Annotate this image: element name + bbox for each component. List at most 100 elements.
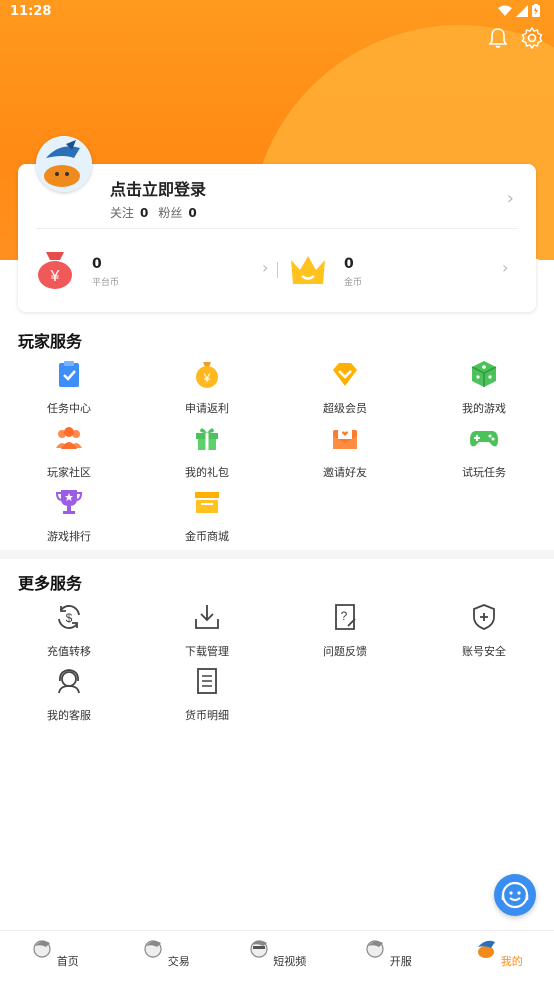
- service-super-vip[interactable]: 超级会员: [295, 358, 395, 416]
- trophy-icon: [55, 490, 83, 514]
- follow-label: 关注: [110, 206, 135, 220]
- battery-icon: [532, 4, 540, 17]
- service-invite-friends[interactable]: 邀请好友: [295, 422, 395, 480]
- floating-support-button[interactable]: [494, 874, 536, 916]
- trade-icon: [144, 940, 162, 958]
- service-label: 任务中心: [47, 402, 91, 415]
- tab-label: 我的: [500, 955, 523, 968]
- list-icon: [197, 668, 217, 694]
- tab-trade[interactable]: 交易: [126, 937, 206, 969]
- signal-icon: [516, 4, 528, 17]
- service-feedback[interactable]: ? 问题反馈: [295, 601, 395, 659]
- platform-coin-label: 平台币: [92, 278, 120, 288]
- follow-count: 0: [140, 206, 149, 220]
- gamepad-icon: [470, 431, 498, 447]
- follow-stats: 关注 0 粉丝 0: [110, 204, 207, 221]
- status-bar: 11:28: [0, 0, 554, 24]
- platform-coin-entry[interactable]: ¥ 0 平台币 ›: [36, 248, 276, 292]
- card-divider: [36, 228, 518, 229]
- tab-server-open[interactable]: 开服: [348, 937, 428, 969]
- tab-label: 短视频: [273, 955, 307, 968]
- avatar[interactable]: [36, 136, 92, 192]
- service-community[interactable]: 玩家社区: [19, 422, 119, 480]
- gear-icon[interactable]: [520, 26, 544, 50]
- service-account-security[interactable]: 账号安全: [434, 601, 534, 659]
- tab-me[interactable]: 我的: [459, 937, 539, 969]
- gold-coin-value: 0: [344, 256, 354, 272]
- video-icon: [250, 940, 268, 958]
- service-label: 金币商城: [185, 530, 229, 543]
- invite-envelope-icon: [333, 427, 357, 449]
- section-separator: [0, 550, 554, 559]
- service-recharge-transfer[interactable]: $ 充值转移: [19, 601, 119, 659]
- profile-chevron-icon[interactable]: ›: [507, 188, 514, 209]
- service-my-games[interactable]: 我的游戏: [434, 358, 534, 416]
- me-icon: [478, 940, 496, 958]
- support-face-icon: [501, 881, 529, 909]
- service-customer-support[interactable]: 我的客服: [19, 665, 119, 723]
- service-label: 账号安全: [462, 645, 506, 658]
- wallet-separator: [277, 262, 278, 278]
- tab-label: 首页: [56, 955, 79, 968]
- service-currency-details[interactable]: 货币明细: [157, 665, 257, 723]
- service-label: 邀请好友: [323, 466, 367, 479]
- service-label: 下载管理: [185, 645, 229, 658]
- more-services-title: 更多服务: [18, 574, 83, 593]
- tab-label: 开服: [389, 955, 412, 968]
- money-bag-icon: ¥: [196, 362, 218, 388]
- service-trial-tasks[interactable]: 试玩任务: [434, 422, 534, 480]
- gift-icon: [196, 428, 218, 450]
- bottom-tab-bar: 首页 交易 短视频 开服 我的: [0, 930, 554, 986]
- tab-home[interactable]: 首页: [15, 937, 95, 969]
- status-time: 11:28: [10, 4, 52, 19]
- feedback-icon: ?: [335, 604, 356, 630]
- service-label: 申请返利: [185, 402, 229, 415]
- platform-coin-value: 0: [92, 256, 102, 272]
- service-label: 货币明细: [185, 709, 229, 722]
- community-icon: [56, 427, 82, 449]
- server-icon: [366, 940, 384, 958]
- svg-text:¥: ¥: [50, 268, 60, 285]
- fans-label: 粉丝: [158, 206, 183, 220]
- store-icon: [195, 492, 219, 513]
- gold-coin-label: 金币: [344, 278, 363, 288]
- diamond-icon: [333, 363, 357, 386]
- service-download-manager[interactable]: 下载管理: [157, 601, 257, 659]
- service-label: 我的游戏: [462, 402, 506, 415]
- svg-text:?: ?: [341, 609, 348, 623]
- crown-icon: [291, 256, 325, 284]
- service-game-ranking[interactable]: 游戏排行: [19, 486, 119, 544]
- service-rebate[interactable]: ¥ 申请返利: [157, 358, 257, 416]
- tab-label: 交易: [167, 955, 190, 968]
- service-label: 我的礼包: [185, 466, 229, 479]
- tab-short-video[interactable]: 短视频: [237, 937, 317, 969]
- fans-count: 0: [188, 206, 197, 220]
- service-my-gifts[interactable]: 我的礼包: [157, 422, 257, 480]
- service-label: 游戏排行: [47, 530, 91, 543]
- home-icon: [33, 940, 51, 958]
- headset-icon: [58, 669, 80, 694]
- task-clipboard-icon: [59, 361, 79, 387]
- avatar-image: [36, 136, 92, 192]
- status-icons: [498, 4, 540, 17]
- service-task-center[interactable]: 任务中心: [19, 358, 119, 416]
- svg-text:¥: ¥: [203, 371, 211, 385]
- platform-chevron-icon: ›: [262, 258, 269, 277]
- service-label: 问题反馈: [323, 645, 367, 658]
- login-prompt[interactable]: 点击立即登录: [110, 176, 206, 200]
- gold-coin-entry[interactable]: 0 金币 ›: [288, 248, 518, 292]
- bell-icon[interactable]: [486, 26, 510, 50]
- service-label: 充值转移: [47, 645, 91, 658]
- service-label: 玩家社区: [47, 466, 91, 479]
- recharge-transfer-icon: $: [58, 605, 80, 629]
- gold-chevron-icon: ›: [502, 258, 509, 277]
- service-label: 超级会员: [323, 402, 367, 415]
- money-bag-red-icon: ¥: [38, 252, 72, 289]
- dice-icon: [471, 361, 497, 387]
- header-actions: [486, 26, 544, 50]
- service-gold-store[interactable]: 金币商城: [157, 486, 257, 544]
- svg-text:$: $: [66, 611, 73, 625]
- player-services-title: 玩家服务: [18, 332, 83, 351]
- service-label: 我的客服: [47, 709, 91, 722]
- wifi-icon: [498, 5, 512, 16]
